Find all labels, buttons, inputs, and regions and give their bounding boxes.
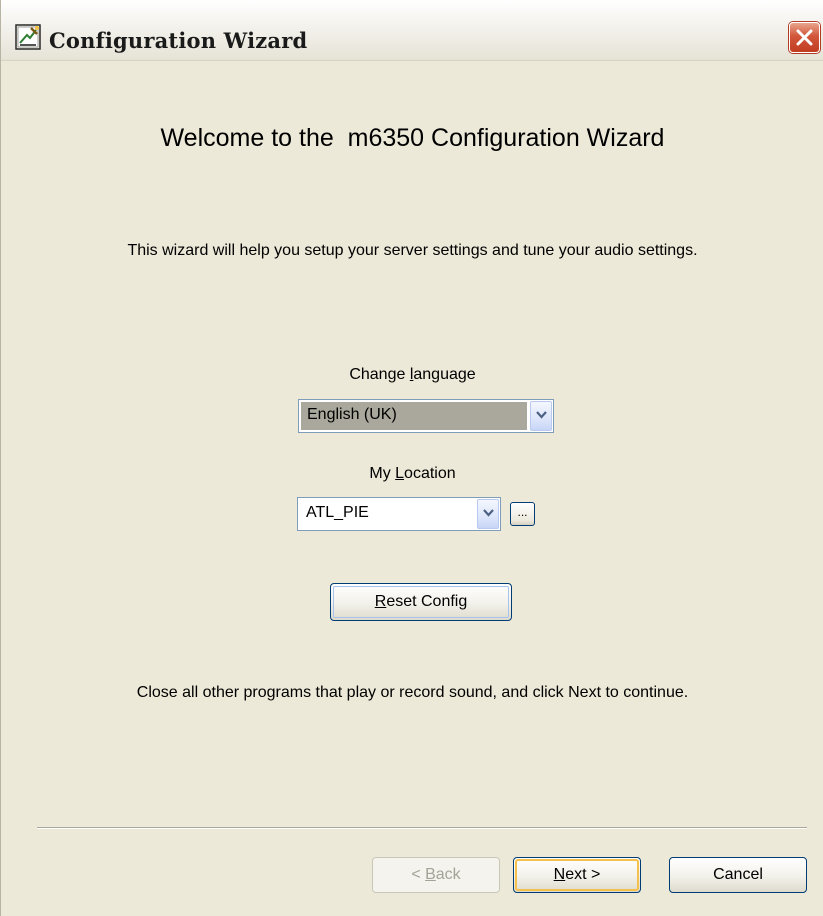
location-selected-value: ATL_PIE xyxy=(300,500,474,528)
next-label: Next > xyxy=(515,859,639,891)
close-icon xyxy=(796,29,813,46)
my-location-label: My Location xyxy=(369,465,456,482)
next-button[interactable]: Next > xyxy=(513,857,641,893)
footer-divider xyxy=(37,827,807,829)
location-select[interactable]: ATL_PIE xyxy=(297,497,501,531)
wizard-app-icon xyxy=(15,24,41,50)
location-dropdown-button[interactable] xyxy=(477,499,499,529)
title-bar[interactable]: Configuration Wizard xyxy=(1,0,823,61)
back-label: < Back xyxy=(411,866,461,883)
window-title: Configuration Wizard xyxy=(49,28,308,53)
change-language-label: Change language xyxy=(349,366,476,383)
cancel-button[interactable]: Cancel xyxy=(669,857,807,893)
cancel-label: Cancel xyxy=(713,866,763,883)
close-button[interactable] xyxy=(789,22,820,53)
chevron-down-icon xyxy=(536,411,547,419)
browse-location-button[interactable]: ... xyxy=(510,502,535,526)
reset-config-label: Reset Config xyxy=(333,586,509,618)
instructions-text: Close all other programs that play or re… xyxy=(136,684,689,701)
reset-config-button[interactable]: Reset Config xyxy=(330,583,512,621)
intro-text: This wizard will help you setup your ser… xyxy=(127,242,698,259)
wizard-heading: Welcome to the m6350 Configuration Wizar… xyxy=(160,124,665,152)
language-selected-value: English (UK) xyxy=(301,402,527,430)
language-select[interactable]: English (UK) xyxy=(298,399,554,433)
configuration-wizard-window: Configuration Wizard Welcome to the m635… xyxy=(0,0,823,916)
language-dropdown-button[interactable] xyxy=(530,401,552,431)
back-button[interactable]: < Back xyxy=(372,857,500,893)
chevron-down-icon xyxy=(483,509,494,517)
